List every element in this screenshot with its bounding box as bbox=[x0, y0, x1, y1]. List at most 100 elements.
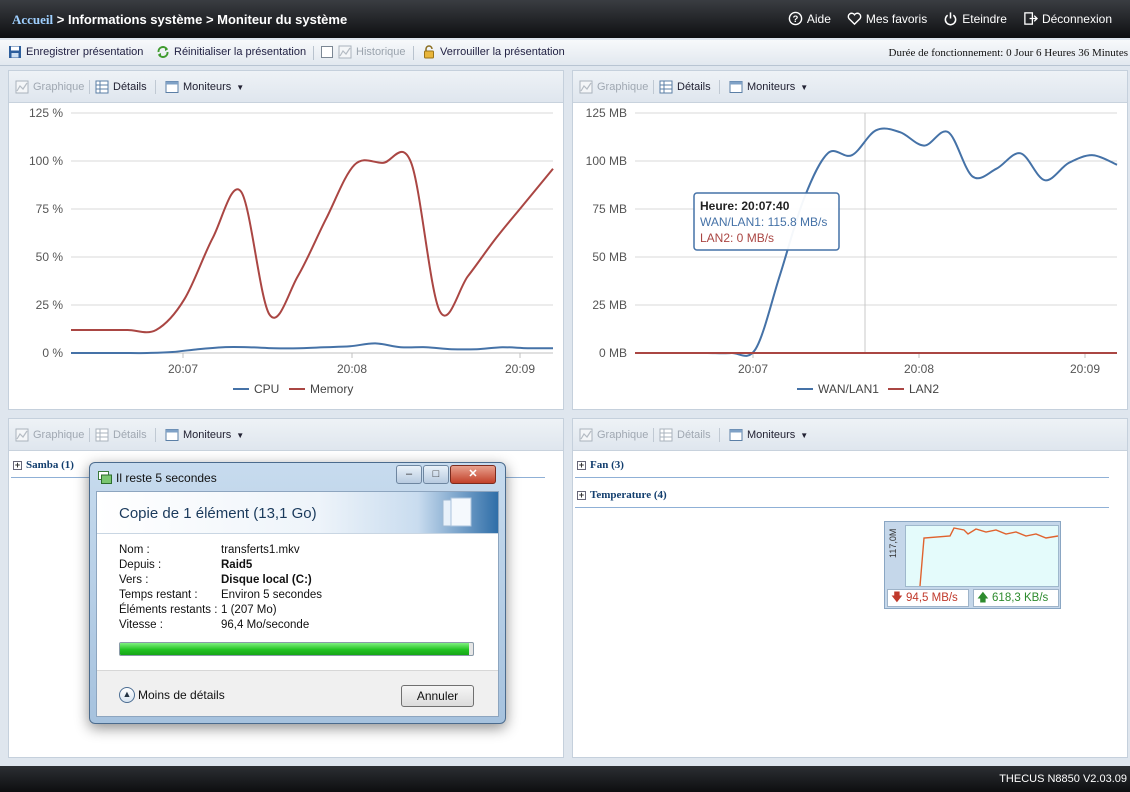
monitors-label: Moniteurs bbox=[183, 81, 232, 93]
less-details-label: Moins de détails bbox=[138, 688, 225, 702]
copy-progress-bar bbox=[119, 642, 474, 656]
y-tick-label: 75 MB bbox=[592, 202, 627, 216]
y-tick-label: 100 % bbox=[29, 154, 63, 168]
y-tick-label: 50 % bbox=[36, 250, 64, 264]
panel-header: Graphique Détails Moniteurs ▼ bbox=[573, 71, 1127, 103]
chart-icon bbox=[579, 80, 593, 94]
details-tab[interactable]: Détails bbox=[95, 428, 147, 442]
fan-tree-node[interactable]: + Fan (3) bbox=[577, 459, 624, 471]
details-tab[interactable]: Détails bbox=[95, 80, 147, 94]
reset-layout-button[interactable]: Réinitialiser la présentation bbox=[156, 45, 306, 59]
chevron-down-icon: ▼ bbox=[236, 430, 245, 440]
favorites-button[interactable]: Mes favoris bbox=[847, 11, 927, 26]
expand-icon: + bbox=[577, 459, 586, 470]
breadcrumb-home-link[interactable]: Accueil bbox=[12, 12, 53, 27]
detail-label: Depuis : bbox=[119, 559, 162, 571]
detail-label: Vers : bbox=[119, 574, 149, 586]
panel-separator bbox=[89, 428, 90, 442]
power-icon bbox=[944, 12, 957, 26]
dialog-title: Il reste 5 secondes bbox=[116, 471, 217, 485]
copy-dialog[interactable]: Il reste 5 secondes – □ ✕ Copie de 1 élé… bbox=[89, 462, 506, 724]
minimize-button[interactable]: – bbox=[396, 465, 422, 484]
graph-tab[interactable]: Graphique bbox=[15, 80, 84, 94]
dialog-body: Copie de 1 élément (13,1 Go) Nom : transf… bbox=[96, 491, 499, 717]
divider bbox=[575, 507, 1109, 508]
graph-tab[interactable]: Graphique bbox=[579, 428, 648, 442]
network-panel: Graphique Détails Moniteurs ▼ 0 MB 25 MB 50… bbox=[572, 70, 1128, 410]
expand-icon: + bbox=[577, 489, 586, 500]
samba-tree-node[interactable]: + Samba (1) bbox=[13, 459, 74, 471]
legend-label: LAN2 bbox=[909, 382, 939, 396]
panel-separator bbox=[155, 80, 156, 94]
maximize-button[interactable]: □ bbox=[423, 465, 449, 484]
details-tab[interactable]: Détails bbox=[659, 428, 711, 442]
detail-label: Temps restant : bbox=[119, 589, 198, 601]
series-line-cpu bbox=[70, 342, 554, 355]
panel-separator bbox=[719, 80, 720, 94]
chart-icon bbox=[579, 428, 593, 442]
help-button[interactable]: ? Aide bbox=[788, 11, 831, 26]
upload-value: 618,3 KB/s bbox=[992, 592, 1049, 604]
y-tick-label: 75 % bbox=[36, 202, 64, 216]
save-layout-button[interactable]: Enregistrer présentation bbox=[8, 45, 143, 59]
detail-value: Environ 5 secondes bbox=[221, 589, 323, 601]
copy-progress-fill bbox=[120, 643, 470, 655]
history-button[interactable]: Historique bbox=[320, 45, 406, 59]
cancel-button[interactable]: Annuler bbox=[401, 685, 474, 707]
details-tab[interactable]: Détails bbox=[659, 80, 711, 94]
footer-bar: THECUS N8850 V2.03.09 bbox=[0, 766, 1130, 792]
y-tick-label: 125 % bbox=[29, 106, 63, 120]
x-tick-label: 20:09 bbox=[1070, 362, 1100, 376]
graph-tab[interactable]: Graphique bbox=[579, 80, 648, 94]
lock-layout-button[interactable]: Verrouiller la présentation bbox=[422, 45, 565, 59]
download-value: 94,5 MB/s bbox=[906, 592, 958, 604]
legend-label: WAN/LAN1 bbox=[818, 382, 879, 396]
heart-icon bbox=[847, 12, 862, 26]
temperature-tree-node[interactable]: + Temperature (4) bbox=[577, 489, 667, 501]
panel-separator bbox=[719, 428, 720, 442]
bandwidth-widget[interactable]: 117,0M 🡇 94,5 MB/s 🡅 618,3 KB/s bbox=[884, 521, 1061, 609]
monitors-label: Moniteurs bbox=[747, 429, 796, 441]
tooltip-wan-value: WAN/LAN1: 115.8 MB/s bbox=[700, 215, 827, 229]
help-icon: ? bbox=[788, 11, 803, 26]
detail-value: transferts1.mkv bbox=[221, 544, 300, 556]
chart-icon bbox=[15, 80, 29, 94]
details-tab-label: Détails bbox=[677, 81, 711, 93]
chevron-down-icon: ▼ bbox=[236, 82, 245, 92]
close-button[interactable]: ✕ bbox=[450, 465, 496, 484]
temperature-label: Temperature (4) bbox=[590, 489, 667, 501]
y-tick-label: 0 MB bbox=[599, 346, 627, 360]
panel-header: Graphique Détails Moniteurs ▼ bbox=[9, 419, 563, 451]
chevron-up-icon: ▲ bbox=[119, 687, 135, 703]
dialog-footer: ▲ Moins de détails Annuler bbox=[97, 670, 498, 716]
monitors-dropdown[interactable]: Moniteurs ▼ bbox=[729, 80, 808, 94]
detail-label: Éléments restants : bbox=[119, 604, 218, 616]
logout-button[interactable]: Déconnexion bbox=[1023, 11, 1112, 26]
logout-label: Déconnexion bbox=[1041, 11, 1112, 26]
bandwidth-mini-graph bbox=[905, 525, 1059, 587]
expand-icon: + bbox=[13, 459, 22, 470]
upload-rate: 🡅 618,3 KB/s bbox=[973, 589, 1059, 607]
samba-label: Samba (1) bbox=[26, 459, 74, 471]
chevron-down-icon: ▼ bbox=[800, 82, 809, 92]
monitor-icon bbox=[729, 429, 743, 441]
cpu-memory-panel: Graphique Détails Moniteurs ▼ 0 % 25 % 50 %… bbox=[8, 70, 564, 410]
monitors-dropdown[interactable]: Moniteurs ▼ bbox=[165, 80, 244, 94]
panel-header: Graphique Détails Moniteurs ▼ bbox=[9, 71, 563, 103]
y-tick-label: 100 MB bbox=[586, 154, 627, 168]
chart-icon bbox=[338, 45, 352, 59]
shutdown-button[interactable]: Eteindre bbox=[943, 11, 1007, 26]
arrow-down-icon: 🡇 bbox=[891, 592, 903, 604]
table-icon bbox=[659, 428, 673, 442]
bandwidth-mini-line bbox=[919, 527, 1059, 587]
chevron-down-icon: ▼ bbox=[800, 430, 809, 440]
graph-tab[interactable]: Graphique bbox=[15, 428, 84, 442]
less-details-button[interactable]: ▲ Moins de détails bbox=[119, 687, 225, 703]
monitors-dropdown[interactable]: Moniteurs ▼ bbox=[729, 428, 808, 442]
monitors-dropdown[interactable]: Moniteurs ▼ bbox=[165, 428, 244, 442]
graph-tab-label: Graphique bbox=[33, 81, 85, 93]
cpu-memory-chart: 0 % 25 % 50 % 75 % 100 % 125 % 20:07 20:08 20:09… bbox=[29, 106, 554, 396]
save-icon bbox=[9, 46, 21, 58]
logout-icon bbox=[1024, 12, 1038, 25]
toolbar: Enregistrer présentation Réinitialiser l… bbox=[0, 40, 1130, 66]
